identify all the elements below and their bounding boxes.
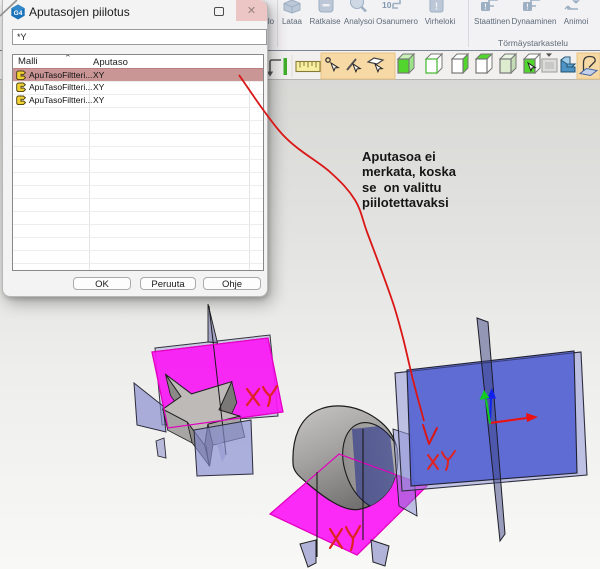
svg-text:10: 10	[382, 0, 392, 10]
svg-text:!: !	[526, 3, 529, 12]
svg-text:!: !	[435, 2, 438, 13]
svg-text:!: !	[484, 3, 487, 12]
